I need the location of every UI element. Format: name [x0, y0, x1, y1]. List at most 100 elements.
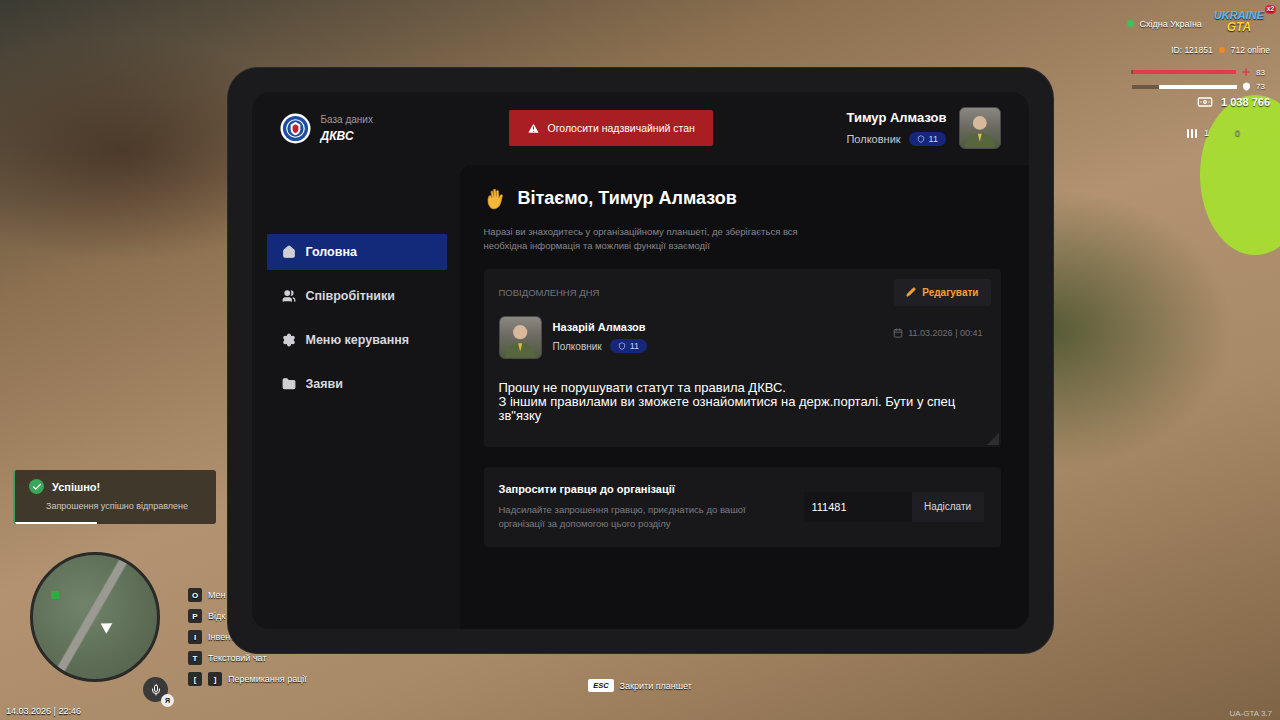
success-icon	[29, 479, 44, 494]
greeting: Вітаємо, Тимур Алмазов	[484, 187, 1001, 211]
invite-text: Запросити гравця до організаціїНадсилайт…	[499, 483, 779, 531]
user-avatar	[959, 107, 1001, 149]
message-text: Прошу не порушувати статут та правила ДК…	[499, 381, 969, 423]
nav-icon	[282, 289, 296, 303]
brand-title: ДКВС	[321, 129, 373, 143]
user-rank: Полковник	[846, 133, 900, 145]
key-hint: TТекстовий чат	[188, 651, 307, 665]
sidebar-item[interactable]: Заяви	[267, 366, 447, 402]
warning-icon	[527, 122, 540, 135]
ammo-row: 10	[1186, 128, 1270, 138]
sidebar-item-label: Заяви	[306, 377, 343, 391]
edit-button[interactable]: Редагувати	[894, 279, 990, 306]
region-shield-icon	[1126, 19, 1135, 28]
greeting-title: Вітаємо, Тимур Алмазов	[518, 188, 737, 209]
online-count: 712 online	[1231, 45, 1270, 55]
level-badge: 11	[610, 339, 647, 353]
sidebar-item[interactable]: Головна	[267, 234, 447, 270]
key-cap: [	[188, 672, 202, 686]
author-row: Назарій Алмазов Полковник 11 11.03.2026 | 0…	[499, 316, 991, 359]
sidebar-item[interactable]: Співробітники	[267, 278, 447, 314]
logo-line2: GTA	[1227, 21, 1251, 33]
game-object	[1200, 95, 1280, 255]
author-rank: Полковник	[553, 341, 602, 352]
close-hint: ESCЗакрити планшет	[0, 679, 1280, 692]
player-id-input[interactable]	[804, 492, 912, 522]
greeting-subtitle: Наразі ви знаходитесь у організаційному …	[484, 225, 839, 253]
tablet-header: Оголосити надзвичайний стан Тимур Алмазов…	[460, 92, 1029, 165]
clock: 14.03.2026 | 22:46	[6, 706, 81, 716]
player-id: ID: 121851	[1171, 45, 1213, 55]
money-icon	[1197, 94, 1213, 110]
map-marker	[51, 591, 59, 599]
key-hint-label: Перемикання рації	[228, 674, 307, 684]
minimap	[30, 552, 160, 682]
key-cap: I	[188, 630, 202, 644]
id-row: ID: 121851 712 online	[1171, 45, 1270, 55]
avatar-person-icon	[503, 321, 537, 358]
armor-fill	[1159, 85, 1237, 89]
invite-form: Надіслати	[804, 492, 984, 522]
sidebar-item[interactable]: Меню керування	[267, 322, 447, 358]
armor-bar	[1132, 85, 1237, 89]
nav-icon	[282, 245, 296, 259]
nav-icon	[282, 377, 296, 391]
resize-handle[interactable]	[987, 433, 999, 445]
hud-top: Східна Україна UKRAINEGTAx2	[1126, 10, 1270, 33]
badge-shield-icon	[618, 342, 626, 350]
armor-value: 73	[1256, 82, 1270, 91]
author-name: Назарій Алмазов	[553, 321, 648, 333]
message-date: 11.03.2026 | 00:41	[893, 328, 982, 338]
nav-icon	[282, 333, 296, 347]
invite-card: Запросити гравця до організаціїНадсилайт…	[484, 467, 1001, 547]
badge-shield-icon	[917, 135, 925, 143]
waving-hand-icon	[484, 187, 508, 211]
online-dot	[1219, 47, 1225, 53]
money-value: 1 038 766	[1221, 96, 1270, 108]
key-hint: [] Перемикання рації	[188, 672, 307, 686]
region: Східна Україна	[1126, 19, 1201, 29]
logo-badge: x2	[1265, 5, 1276, 14]
main-content: Вітаємо, Тимур Алмазов Наразі ви знаходит…	[460, 165, 1029, 629]
mic-button[interactable]: Я	[143, 677, 168, 702]
health-value: 83	[1256, 68, 1270, 77]
tablet-screen: База даних ДКВС Оголосити надзвичайний ста…	[252, 92, 1029, 629]
key-hint-label: Відк	[208, 611, 225, 621]
message-card: ПОВІДОМЛЕННЯ ДНЯРедагуватиНазарій Алмазо…	[484, 269, 1001, 447]
user-name: Тимур Алмазов	[846, 110, 946, 125]
author: Назарій Алмазов Полковник 11	[499, 316, 648, 359]
user-box: Тимур АлмазовПолковник11	[846, 107, 1000, 149]
money-row: 1 038 766	[1197, 94, 1270, 110]
invite-title: Запросити гравця до організації	[499, 483, 779, 495]
armor-icon	[1242, 82, 1251, 91]
logo-line1: UKRAINE	[1214, 10, 1264, 21]
server-logo: UKRAINEGTAx2	[1214, 10, 1270, 33]
sidebar-item-label: Співробітники	[306, 289, 396, 303]
player-arrow	[98, 618, 113, 633]
key-hint-label: Мен	[208, 590, 226, 600]
author-text: Назарій Алмазов Полковник 11	[553, 321, 648, 353]
brand-text: База даних ДКВС	[321, 114, 373, 143]
send-button[interactable]: Надіслати	[912, 492, 984, 522]
pencil-icon	[906, 287, 916, 297]
key-hint-label: Текстовий чат	[208, 653, 267, 663]
notification-title: Успішно!	[52, 481, 100, 493]
health-icon	[1241, 67, 1251, 77]
brand-caption: База даних	[321, 114, 373, 125]
notification-head: Успішно!	[29, 479, 206, 494]
key-cap: ]	[208, 672, 222, 686]
author-avatar	[499, 316, 542, 359]
ammo-total: 0	[1235, 128, 1240, 138]
ammo-clip: 1	[1204, 128, 1209, 138]
notification-progress	[15, 522, 97, 524]
sidebar-item-label: Головна	[306, 245, 357, 259]
message-date-text: 11.03.2026 | 00:41	[908, 328, 982, 338]
game-scene: Східна УкраїнаUKRAINEGTAx2ID: 121851712 …	[0, 0, 1280, 720]
notification-text: Запрошення успішно відправлене	[29, 501, 206, 511]
notification: Успішно! Запрошення успішно відправлене	[13, 470, 216, 524]
calendar-icon	[893, 328, 903, 338]
key-cap: P	[188, 609, 202, 623]
armor-row: 73	[1132, 82, 1270, 91]
emergency-button[interactable]: Оголосити надзвичайний стан	[509, 110, 713, 146]
mic-label: Я	[161, 694, 174, 707]
